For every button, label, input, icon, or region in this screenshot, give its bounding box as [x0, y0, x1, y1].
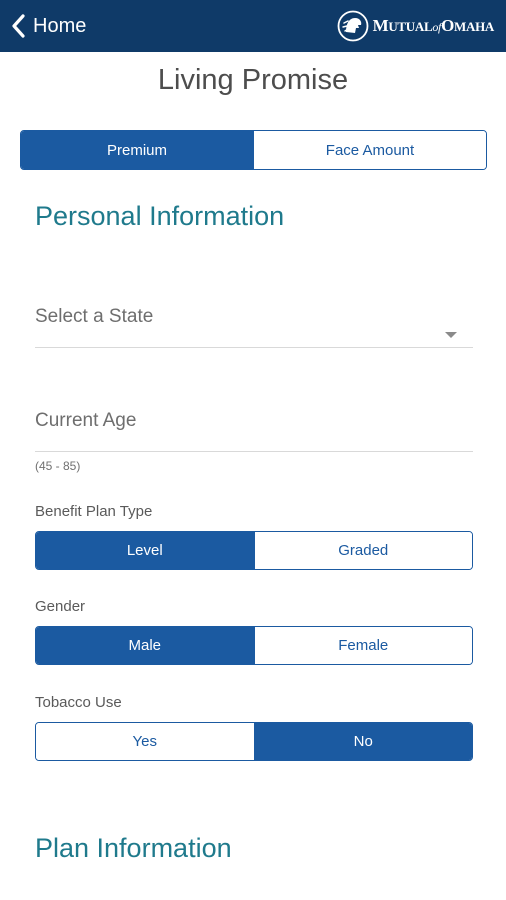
- brand-wordmark: MUTUALofOMAHA: [372, 16, 495, 36]
- current-age-placeholder: Current Age: [35, 410, 137, 431]
- home-back-button[interactable]: Home: [10, 12, 86, 40]
- benefit-plan-type-toggle: Level Graded: [35, 531, 473, 570]
- tobacco-use-label: Tobacco Use: [35, 694, 122, 711]
- yes-option[interactable]: Yes: [36, 723, 254, 760]
- home-back-label: Home: [33, 14, 87, 37]
- state-select-placeholder: Select a State: [35, 306, 154, 327]
- top-nav-bar: Home MUTUALofOMAHA: [0, 0, 506, 52]
- female-option[interactable]: Female: [253, 627, 472, 664]
- gender-toggle: Male Female: [35, 626, 473, 665]
- plan-information-heading: Plan Information: [35, 833, 232, 863]
- page-title: Living Promise: [157, 64, 349, 96]
- lion-logo-icon: [337, 10, 368, 42]
- state-select[interactable]: Select a State: [35, 296, 473, 348]
- mode-toggle: Premium Face Amount: [20, 130, 487, 170]
- graded-option[interactable]: Graded: [253, 532, 472, 569]
- personal-information-heading: Personal Information: [35, 201, 285, 231]
- gender-label: Gender: [35, 598, 86, 615]
- level-option[interactable]: Level: [36, 532, 254, 569]
- tobacco-use-toggle: Yes No: [35, 722, 473, 761]
- no-option[interactable]: No: [253, 723, 472, 760]
- premium-tab[interactable]: Premium: [21, 131, 253, 169]
- face-amount-tab[interactable]: Face Amount: [253, 131, 486, 169]
- benefit-plan-type-label: Benefit Plan Type: [35, 503, 153, 520]
- brand-logo: MUTUALofOMAHA: [337, 10, 494, 42]
- current-age-input[interactable]: Current Age: [35, 400, 473, 452]
- brand-wordmark-utual: UTUAL: [388, 19, 433, 34]
- brand-wordmark-of: of: [432, 20, 442, 34]
- caret-down-icon: [445, 332, 457, 338]
- age-range-hint: (45 - 85): [35, 459, 81, 473]
- brand-wordmark-o: O: [441, 16, 455, 35]
- chevron-left-icon: [12, 14, 25, 38]
- male-option[interactable]: Male: [36, 627, 254, 664]
- brand-wordmark-m: M: [372, 16, 389, 35]
- brand-wordmark-maha: MAHA: [454, 19, 494, 34]
